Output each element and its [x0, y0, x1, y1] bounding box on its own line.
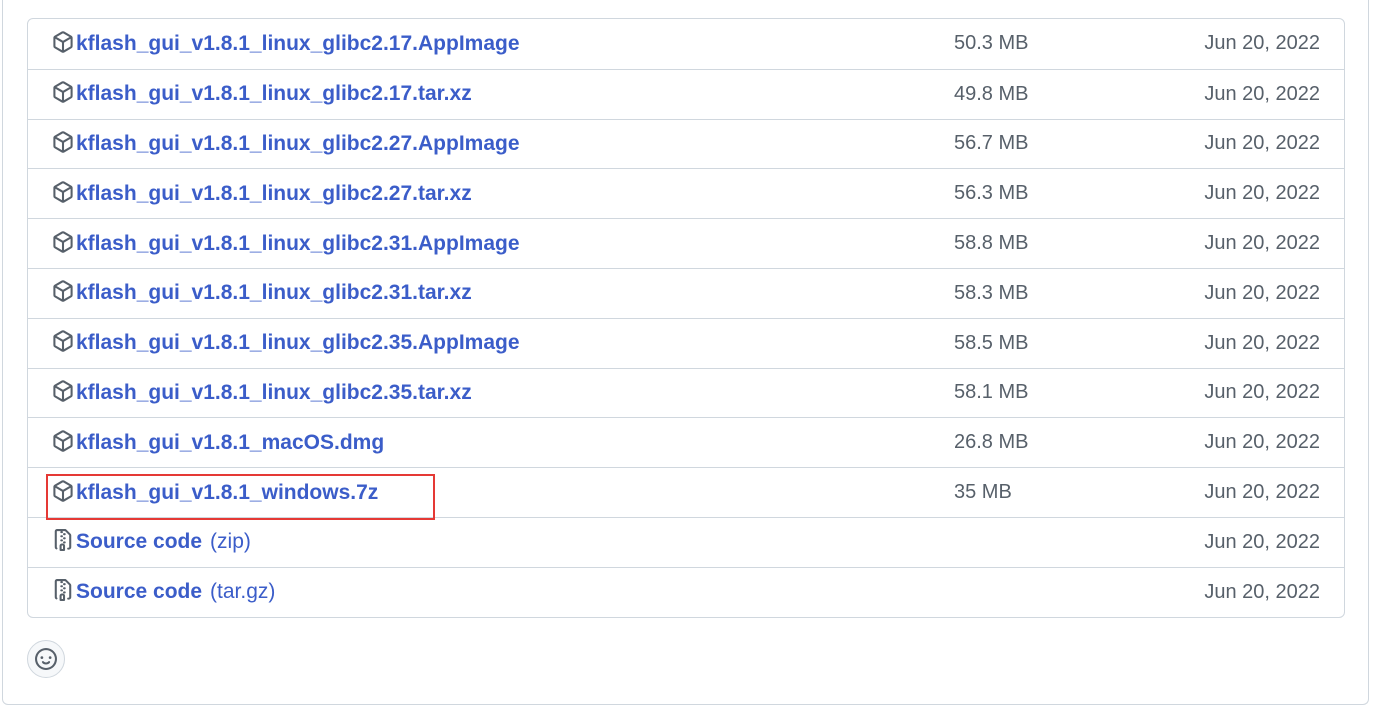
asset-link[interactable]: kflash_gui_v1.8.1_linux_glibc2.27.tar.xz: [52, 169, 472, 218]
asset-date: Jun 20, 2022: [1204, 82, 1320, 105]
asset-link[interactable]: kflash_gui_v1.8.1_linux_glibc2.35.AppIma…: [52, 319, 520, 368]
asset-row: kflash_gui_v1.8.1_linux_glibc2.27.tar.xz…: [28, 168, 1344, 218]
asset-size: 56.3 MB: [954, 182, 1029, 205]
source-code-label: Source code: [76, 530, 203, 554]
source-code-row: Source code (tar.gz) Jun 20, 2022: [28, 566, 1344, 617]
asset-link[interactable]: kflash_gui_v1.8.1_linux_glibc2.31.AppIma…: [52, 219, 520, 268]
asset-row: kflash_gui_v1.8.1_linux_glibc2.31.AppIma…: [28, 218, 1344, 268]
package-icon: [53, 31, 73, 53]
asset-date: Jun 20, 2022: [1204, 182, 1320, 205]
asset-row: kflash_gui_v1.8.1_linux_glibc2.35.AppIma…: [28, 317, 1344, 368]
asset-link[interactable]: kflash_gui_v1.8.1_linux_glibc2.27.AppIma…: [52, 120, 520, 169]
source-code-format: (zip): [210, 530, 251, 554]
asset-date: Jun 20, 2022: [1204, 32, 1320, 55]
package-icon: [53, 180, 73, 203]
asset-size: 58.5 MB: [954, 331, 1029, 354]
add-reaction-button[interactable]: [27, 640, 65, 678]
asset-date: Jun 20, 2022: [1204, 481, 1320, 504]
asset-date: Jun 20, 2022: [1204, 281, 1320, 304]
asset-row: kflash_gui_v1.8.1_macOS.dmg 26.8 MB Jun …: [28, 417, 1344, 467]
source-code-date: Jun 20, 2022: [1204, 530, 1320, 553]
asset-size: 50.3 MB: [954, 32, 1029, 55]
asset-name: kflash_gui_v1.8.1_linux_glibc2.27.AppIma…: [76, 131, 520, 155]
smiley-icon: [35, 648, 57, 670]
asset-size: 58.8 MB: [954, 232, 1029, 255]
asset-date: Jun 20, 2022: [1204, 232, 1320, 255]
asset-row: kflash_gui_v1.8.1_linux_glibc2.17.tar.xz…: [28, 68, 1344, 119]
source-code-link[interactable]: Source code (zip): [52, 518, 251, 567]
asset-link[interactable]: kflash_gui_v1.8.1_linux_glibc2.31.tar.xz: [52, 269, 472, 318]
asset-link[interactable]: kflash_gui_v1.8.1_windows.7z: [52, 468, 378, 517]
assets-list: kflash_gui_v1.8.1_linux_glibc2.17.AppIma…: [27, 18, 1345, 618]
package-icon: [53, 479, 73, 502]
asset-link[interactable]: kflash_gui_v1.8.1_linux_glibc2.35.tar.xz: [52, 369, 472, 418]
asset-row: kflash_gui_v1.8.1_linux_glibc2.27.AppIma…: [28, 118, 1344, 169]
asset-date: Jun 20, 2022: [1204, 431, 1320, 454]
asset-size: 26.8 MB: [954, 431, 1029, 454]
package-icon: [53, 131, 73, 153]
asset-name: kflash_gui_v1.8.1_linux_glibc2.27.tar.xz: [76, 181, 472, 205]
asset-name: kflash_gui_v1.8.1_windows.7z: [76, 480, 379, 504]
source-code-row: Source code (zip) Jun 20, 2022: [28, 516, 1344, 567]
asset-row-highlighted: kflash_gui_v1.8.1_windows.7z 35 MB Jun 2…: [28, 467, 1344, 517]
package-icon: [53, 380, 73, 402]
package-icon: [53, 429, 73, 452]
asset-size: 58.3 MB: [954, 281, 1029, 304]
file-zip-icon: [54, 529, 72, 552]
asset-date: Jun 20, 2022: [1204, 331, 1320, 354]
file-zip-icon: [54, 579, 72, 602]
asset-name: kflash_gui_v1.8.1_macOS.dmg: [76, 430, 385, 454]
source-code-link[interactable]: Source code (tar.gz): [52, 568, 275, 617]
asset-size: 49.8 MB: [954, 82, 1029, 105]
asset-name: kflash_gui_v1.8.1_linux_glibc2.17.AppIma…: [76, 31, 520, 55]
asset-date: Jun 20, 2022: [1204, 132, 1320, 155]
asset-name: kflash_gui_v1.8.1_linux_glibc2.35.AppIma…: [76, 331, 520, 355]
asset-name: kflash_gui_v1.8.1_linux_glibc2.17.tar.xz: [76, 82, 472, 106]
package-icon: [53, 280, 73, 303]
asset-size: 35 MB: [954, 481, 1012, 504]
package-icon: [53, 81, 73, 103]
asset-name: kflash_gui_v1.8.1_linux_glibc2.31.tar.xz: [76, 281, 472, 305]
asset-row: kflash_gui_v1.8.1_linux_glibc2.31.tar.xz…: [28, 267, 1344, 318]
asset-name: kflash_gui_v1.8.1_linux_glibc2.31.AppIma…: [76, 231, 520, 255]
asset-size: 58.1 MB: [954, 381, 1029, 404]
asset-link[interactable]: kflash_gui_v1.8.1_macOS.dmg: [52, 418, 384, 467]
source-code-date: Jun 20, 2022: [1204, 580, 1320, 603]
asset-date: Jun 20, 2022: [1204, 381, 1320, 404]
asset-size: 56.7 MB: [954, 132, 1029, 155]
package-icon: [53, 230, 73, 253]
asset-link[interactable]: kflash_gui_v1.8.1_linux_glibc2.17.AppIma…: [52, 19, 520, 69]
asset-row: kflash_gui_v1.8.1_linux_glibc2.35.tar.xz…: [28, 367, 1344, 418]
asset-row: kflash_gui_v1.8.1_linux_glibc2.17.AppIma…: [28, 19, 1344, 69]
asset-name: kflash_gui_v1.8.1_linux_glibc2.35.tar.xz: [76, 380, 472, 404]
source-code-format: (tar.gz): [210, 580, 276, 604]
source-code-label: Source code: [76, 580, 203, 604]
package-icon: [53, 330, 73, 352]
asset-link[interactable]: kflash_gui_v1.8.1_linux_glibc2.17.tar.xz: [52, 70, 472, 119]
